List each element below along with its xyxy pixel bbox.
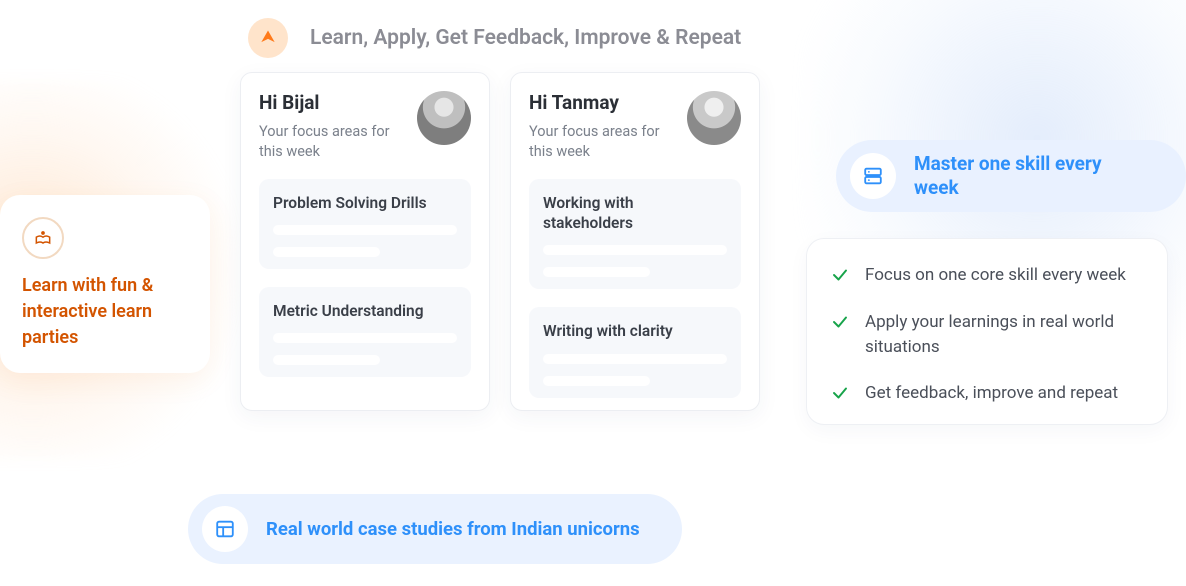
profile-subtitle: Your focus areas for this week	[529, 122, 674, 161]
case-studies-text: Real world case studies from Indian unic…	[266, 517, 640, 541]
avatar	[687, 91, 741, 145]
avatar	[417, 91, 471, 145]
list-item: Apply your learnings in real world situa…	[831, 310, 1143, 359]
master-skill-pill: Master one skill every week	[836, 140, 1186, 212]
page-title: Learn, Apply, Get Feedback, Improve & Re…	[310, 26, 741, 50]
benefits-panel: Focus on one core skill every week Apply…	[806, 238, 1168, 425]
skill-block: Writing with clarity	[529, 307, 741, 397]
learn-parties-title: Learn with fun & interactive learn parti…	[22, 273, 188, 351]
placeholder-bar	[543, 267, 650, 277]
profile-subtitle: Your focus areas for this week	[259, 122, 404, 161]
server-icon	[850, 153, 896, 199]
arrow-up-icon	[248, 18, 288, 58]
profile-card: Hi Tanmay Your focus areas for this week…	[510, 72, 760, 411]
profile-card: Hi Bijal Your focus areas for this week …	[240, 72, 490, 411]
page-header: Learn, Apply, Get Feedback, Improve & Re…	[248, 18, 741, 58]
placeholder-bar	[543, 354, 727, 364]
book-reader-icon	[22, 217, 64, 259]
placeholder-bar	[273, 355, 380, 365]
profile-header: Hi Bijal Your focus areas for this week	[259, 91, 471, 161]
skill-block: Problem Solving Drills	[259, 179, 471, 269]
placeholder-bar	[273, 225, 457, 235]
skill-block: Metric Understanding	[259, 287, 471, 377]
mock-app: Hi Bijal Your focus areas for this week …	[240, 72, 780, 411]
check-icon	[831, 266, 849, 288]
profile-cards: Hi Bijal Your focus areas for this week …	[240, 72, 780, 411]
skill-block: Working with stakeholders	[529, 179, 741, 289]
placeholder-bar	[543, 376, 650, 386]
skill-title: Working with stakeholders	[543, 193, 727, 233]
skill-title: Problem Solving Drills	[273, 193, 457, 213]
benefits-list: Focus on one core skill every week Apply…	[831, 263, 1143, 406]
skill-title: Writing with clarity	[543, 321, 727, 341]
benefit-text: Focus on one core skill every week	[865, 263, 1126, 288]
benefit-text: Get feedback, improve and repeat	[865, 381, 1118, 406]
profile-greeting: Hi Tanmay	[529, 91, 674, 114]
profile-header: Hi Tanmay Your focus areas for this week	[529, 91, 741, 161]
master-skill-text: Master one skill every week	[914, 152, 1150, 200]
placeholder-bar	[543, 245, 727, 255]
check-icon	[831, 384, 849, 406]
layout-icon	[202, 506, 248, 552]
case-studies-pill: Real world case studies from Indian unic…	[188, 494, 682, 564]
skill-title: Metric Understanding	[273, 301, 457, 321]
profile-greeting: Hi Bijal	[259, 91, 404, 114]
benefit-text: Apply your learnings in real world situa…	[865, 310, 1143, 359]
learn-parties-card: Learn with fun & interactive learn parti…	[0, 195, 210, 373]
placeholder-bar	[273, 333, 457, 343]
placeholder-bar	[273, 247, 380, 257]
list-item: Get feedback, improve and repeat	[831, 381, 1143, 406]
check-icon	[831, 313, 849, 335]
list-item: Focus on one core skill every week	[831, 263, 1143, 288]
